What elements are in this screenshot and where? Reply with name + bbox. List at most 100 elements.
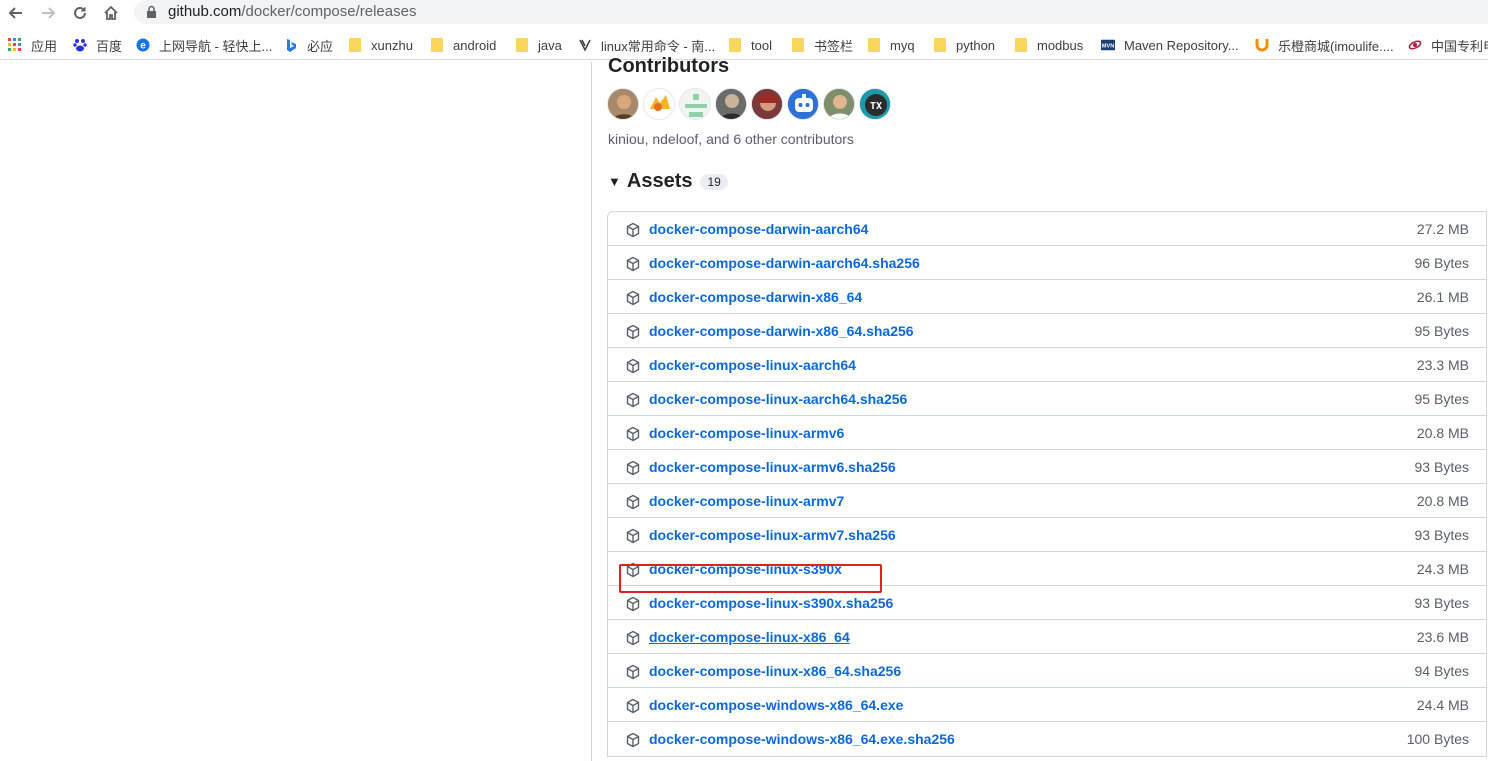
- asset-download-link[interactable]: docker-compose-linux-armv7.sha256: [649, 527, 896, 543]
- asset-size: 100 Bytes: [1406, 731, 1469, 747]
- asset-size: 96 Bytes: [1414, 255, 1469, 271]
- bookmark-apps[interactable]: 应用: [8, 36, 57, 54]
- avatar[interactable]: [679, 88, 711, 120]
- asset-size: 27.2 MB: [1416, 221, 1469, 237]
- asset-size: 20.8 MB: [1416, 493, 1469, 509]
- asset-size: 24.4 MB: [1416, 697, 1469, 713]
- asset-download-link[interactable]: docker-compose-linux-armv7: [649, 493, 844, 509]
- bookmark-bing[interactable]: 必应: [284, 36, 333, 54]
- apps-grid-icon: [8, 38, 22, 52]
- package-icon: [625, 358, 641, 374]
- package-icon: [625, 732, 641, 748]
- bookmark-label: xunzhu: [371, 37, 413, 53]
- baidu-paw-icon: [73, 38, 87, 52]
- assets-heading: Assets: [626, 170, 693, 192]
- browser-toolbar: github.com/docker/compose/releases: [0, 0, 1488, 25]
- avatar[interactable]: [643, 88, 675, 120]
- folder-icon: [728, 38, 742, 52]
- asset-download-link[interactable]: docker-compose-darwin-aarch64: [649, 221, 868, 237]
- asset-download-link[interactable]: docker-compose-linux-s390x.sha256: [649, 595, 893, 611]
- bookmark-label: modbus: [1037, 37, 1084, 53]
- bookmark-folder-myq[interactable]: myq: [867, 36, 915, 54]
- asset-download-link[interactable]: docker-compose-linux-aarch64.sha256: [649, 391, 907, 407]
- home-icon: [104, 5, 118, 20]
- asset-download-link[interactable]: docker-compose-darwin-x86_64.sha256: [649, 323, 914, 339]
- bookmark-label: android: [453, 37, 497, 53]
- bookmark-folder-python[interactable]: python: [933, 36, 995, 54]
- asset-size: 93 Bytes: [1414, 595, 1469, 611]
- asset-download-link[interactable]: docker-compose-linux-armv6: [649, 425, 844, 441]
- package-icon: [625, 494, 641, 510]
- package-icon: [625, 222, 641, 238]
- asset-download-link[interactable]: docker-compose-linux-armv6.sha256: [649, 459, 896, 475]
- svg-text:TX: TX: [870, 101, 882, 112]
- asset-row: docker-compose-linux-armv6.sha256 93 Byte…: [608, 450, 1486, 484]
- assets-toggle[interactable]: ▼ Assets 19: [608, 170, 728, 193]
- bookmark-linux[interactable]: linux常用命令 - 南...: [578, 36, 715, 54]
- asset-download-link[interactable]: docker-compose-linux-aarch64: [649, 357, 856, 373]
- avatar[interactable]: TX: [859, 88, 891, 120]
- asset-download-link[interactable]: docker-compose-darwin-x86_64: [649, 289, 862, 305]
- avatar[interactable]: [751, 88, 783, 120]
- svg-text:e: e: [140, 41, 146, 52]
- package-icon: [625, 698, 641, 714]
- contributors-summary: kiniou, ndeloof, and 6 other contributor…: [608, 131, 854, 147]
- asset-size: 95 Bytes: [1414, 323, 1469, 339]
- folder-icon: [515, 38, 529, 52]
- lock-icon: [147, 5, 156, 18]
- asset-download-link[interactable]: docker-compose-darwin-aarch64.sha256: [649, 255, 920, 271]
- bookmark-imou[interactable]: 乐橙商城(imoulife....: [1255, 36, 1394, 54]
- reload-button[interactable]: [70, 3, 90, 23]
- package-icon: [625, 324, 641, 340]
- bookmark-patent[interactable]: 中国专利电: [1408, 36, 1488, 54]
- contributors-heading: Contributors: [608, 55, 730, 77]
- back-button[interactable]: [6, 3, 26, 23]
- package-icon: [625, 630, 641, 646]
- folder-icon: [430, 38, 444, 52]
- bookmark-maven[interactable]: MVN Maven Repository...: [1101, 36, 1239, 54]
- home-button[interactable]: [101, 3, 121, 23]
- avatar[interactable]: [787, 88, 819, 120]
- asset-row: docker-compose-linux-x86_64.sha256 94 Byt…: [608, 654, 1486, 688]
- bookmark-label: 乐橙商城(imoulife....: [1278, 38, 1394, 54]
- asset-row: docker-compose-windows-x86_64.exe 24.4 MB: [608, 688, 1486, 722]
- bookmark-label: 书签栏: [814, 38, 854, 54]
- asset-size: 23.6 MB: [1416, 629, 1469, 645]
- avatar[interactable]: [823, 88, 855, 120]
- avatar[interactable]: [715, 88, 747, 120]
- asset-row: docker-compose-linux-x86_64 23.6 MB: [608, 620, 1486, 654]
- bookmark-folder-android[interactable]: android: [430, 36, 496, 54]
- linux-icon: [578, 38, 592, 52]
- asset-size: 26.1 MB: [1416, 289, 1469, 305]
- package-icon: [625, 596, 641, 612]
- bookmark-folder-modbus[interactable]: modbus: [1014, 36, 1083, 54]
- asset-row: docker-compose-darwin-x86_64.sha256 95 By…: [608, 314, 1486, 348]
- asset-size: 20.8 MB: [1416, 425, 1469, 441]
- bookmark-folder-tool[interactable]: tool: [728, 36, 772, 54]
- bookmark-baidu[interactable]: 百度: [73, 36, 122, 54]
- asset-size: 24.3 MB: [1416, 561, 1469, 577]
- bookmark-nav[interactable]: e 上网导航 - 轻快上...: [136, 36, 272, 54]
- avatar[interactable]: [607, 88, 639, 120]
- bookmark-folder-xunzhu[interactable]: xunzhu: [348, 36, 413, 54]
- asset-row: docker-compose-darwin-x86_64 26.1 MB: [608, 280, 1486, 314]
- asset-size: 23.3 MB: [1416, 357, 1469, 373]
- bookmark-label: Maven Repository...: [1124, 37, 1239, 53]
- bookmark-label: 应用: [31, 38, 58, 54]
- asset-download-link[interactable]: docker-compose-linux-x86_64: [649, 629, 850, 645]
- bookmark-folder-bar[interactable]: 书签栏: [791, 36, 853, 54]
- folder-icon: [867, 38, 881, 52]
- asset-download-link[interactable]: docker-compose-windows-x86_64.exe: [649, 697, 903, 713]
- bookmark-label: 上网导航 - 轻快上...: [159, 38, 273, 54]
- asset-size: 93 Bytes: [1414, 459, 1469, 475]
- asset-row: docker-compose-linux-armv6 20.8 MB: [608, 416, 1486, 450]
- asset-download-link[interactable]: docker-compose-linux-x86_64.sha256: [649, 663, 901, 679]
- mvn-icon: MVN: [1101, 38, 1115, 52]
- url-text: github.com/docker/compose/releases: [168, 3, 417, 20]
- bookmark-label: linux常用命令 - 南...: [601, 38, 716, 54]
- forward-button[interactable]: [38, 3, 58, 23]
- folder-icon: [933, 38, 947, 52]
- bookmark-folder-java[interactable]: java: [515, 36, 562, 54]
- asset-download-link[interactable]: docker-compose-windows-x86_64.exe.sha256: [649, 731, 955, 747]
- address-bar[interactable]: github.com/docker/compose/releases: [134, 0, 1488, 24]
